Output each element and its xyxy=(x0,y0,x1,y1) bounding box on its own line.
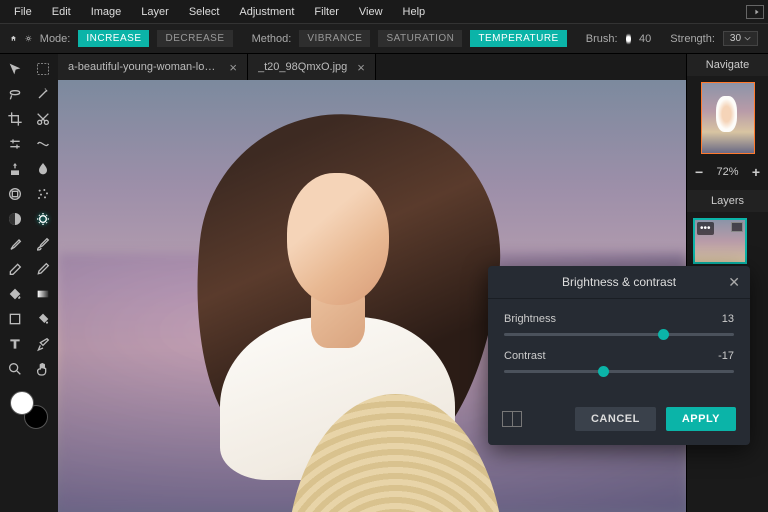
brush-preview-icon[interactable] xyxy=(626,32,631,46)
pen-tool-icon[interactable] xyxy=(34,335,52,353)
brush-label: Brush: xyxy=(586,33,618,45)
menu-file[interactable]: File xyxy=(4,3,42,21)
method-temperature[interactable]: TEMPERATURE xyxy=(470,30,566,47)
slider-thumb[interactable] xyxy=(658,329,669,340)
mode-label: Mode: xyxy=(40,33,71,45)
menu-select[interactable]: Select xyxy=(179,3,230,21)
brush-tool-icon[interactable] xyxy=(34,235,52,253)
menu-layer[interactable]: Layer xyxy=(131,3,179,21)
pencil-tool-icon[interactable] xyxy=(34,260,52,278)
noise-tool-icon[interactable] xyxy=(34,185,52,203)
adjust-tool-icon[interactable] xyxy=(6,135,24,153)
zoom-in-button[interactable]: + xyxy=(752,164,760,180)
menu-help[interactable]: Help xyxy=(393,3,436,21)
document-tabs: a-beautiful-young-woman-lookin...× _t20_… xyxy=(58,54,686,80)
hand-tool-icon[interactable] xyxy=(34,360,52,378)
bucket-tool-icon[interactable] xyxy=(34,310,52,328)
dialog-title: Brightness & contrast xyxy=(562,275,676,289)
method-saturation[interactable]: SATURATION xyxy=(378,30,462,47)
menu-view[interactable]: View xyxy=(349,3,393,21)
sun-icon[interactable] xyxy=(25,30,32,48)
eraser-tool-icon[interactable] xyxy=(6,260,24,278)
cut-tool-icon[interactable] xyxy=(34,110,52,128)
navigator-thumbnail[interactable] xyxy=(701,82,755,154)
brightness-slider[interactable] xyxy=(504,333,734,336)
cancel-button[interactable]: CANCEL xyxy=(575,407,656,431)
zoom-out-button[interactable]: − xyxy=(695,164,703,180)
liquify-tool-icon[interactable] xyxy=(34,135,52,153)
move-tool-icon[interactable] xyxy=(6,60,24,78)
menu-edit[interactable]: Edit xyxy=(42,3,81,21)
lasso-tool-icon[interactable] xyxy=(6,85,24,103)
apply-button[interactable]: APPLY xyxy=(666,407,736,431)
crop-tool-icon[interactable] xyxy=(6,110,24,128)
menu-image[interactable]: Image xyxy=(81,3,132,21)
wand-tool-icon[interactable] xyxy=(34,85,52,103)
close-icon[interactable]: ✕ xyxy=(728,274,740,291)
close-tab-icon[interactable]: × xyxy=(357,60,365,75)
navigate-panel-header[interactable]: Navigate xyxy=(687,54,768,76)
brightness-value: 13 xyxy=(722,313,734,325)
brightness-contrast-dialog: Brightness & contrast ✕ Brightness 13 Cont… xyxy=(488,266,750,445)
layer-thumbnail[interactable]: ••• xyxy=(693,218,747,264)
document-tab[interactable]: a-beautiful-young-woman-lookin...× xyxy=(58,54,248,80)
clone-tool-icon[interactable] xyxy=(6,160,24,178)
options-toolbar: Mode: INCREASE DECREASE Method: VIBRANCE… xyxy=(0,24,768,54)
text-tool-icon[interactable] xyxy=(6,335,24,353)
mode-increase[interactable]: INCREASE xyxy=(78,30,149,47)
menu-bar: File Edit Image Layer Select Adjustment … xyxy=(0,0,768,24)
gradient-tool-icon[interactable] xyxy=(6,210,24,228)
mode-decrease[interactable]: DECREASE xyxy=(157,30,232,47)
compare-toggle-icon[interactable] xyxy=(502,411,522,427)
gradient-fill-icon[interactable] xyxy=(34,285,52,303)
sharpen-tool-icon[interactable] xyxy=(6,185,24,203)
zoom-value: 72% xyxy=(716,166,738,178)
strength-label: Strength: xyxy=(670,33,715,45)
fill-tool-icon[interactable] xyxy=(6,285,24,303)
home-icon[interactable] xyxy=(10,30,17,48)
tools-panel xyxy=(0,54,58,512)
sponge-tool-icon[interactable] xyxy=(34,210,52,228)
method-vibrance[interactable]: VIBRANCE xyxy=(299,30,370,47)
document-tab[interactable]: _t20_98QmxO.jpg× xyxy=(248,54,376,80)
blur-tool-icon[interactable] xyxy=(34,160,52,178)
strength-input[interactable]: 30 xyxy=(723,31,758,46)
eyedropper-tool-icon[interactable] xyxy=(6,235,24,253)
contrast-label: Contrast xyxy=(504,350,546,362)
contrast-value: -17 xyxy=(718,350,734,362)
brightness-label: Brightness xyxy=(504,313,556,325)
zoom-tool-icon[interactable] xyxy=(6,360,24,378)
menu-filter[interactable]: Filter xyxy=(304,3,348,21)
layer-mask-icon[interactable] xyxy=(731,222,743,232)
collapse-panel-icon[interactable] xyxy=(746,5,764,19)
layers-panel-header[interactable]: Layers xyxy=(687,190,768,212)
contrast-slider[interactable] xyxy=(504,370,734,373)
shape-tool-icon[interactable] xyxy=(6,310,24,328)
method-label: Method: xyxy=(252,33,292,45)
foreground-color[interactable] xyxy=(10,391,34,415)
menu-adjustment[interactable]: Adjustment xyxy=(229,3,304,21)
brush-size-value[interactable]: 40 xyxy=(639,33,651,45)
slider-thumb[interactable] xyxy=(598,366,609,377)
color-swatch[interactable] xyxy=(10,391,48,429)
close-tab-icon[interactable]: × xyxy=(229,60,237,75)
marquee-tool-icon[interactable] xyxy=(34,60,52,78)
layer-menu-icon[interactable]: ••• xyxy=(697,222,714,235)
